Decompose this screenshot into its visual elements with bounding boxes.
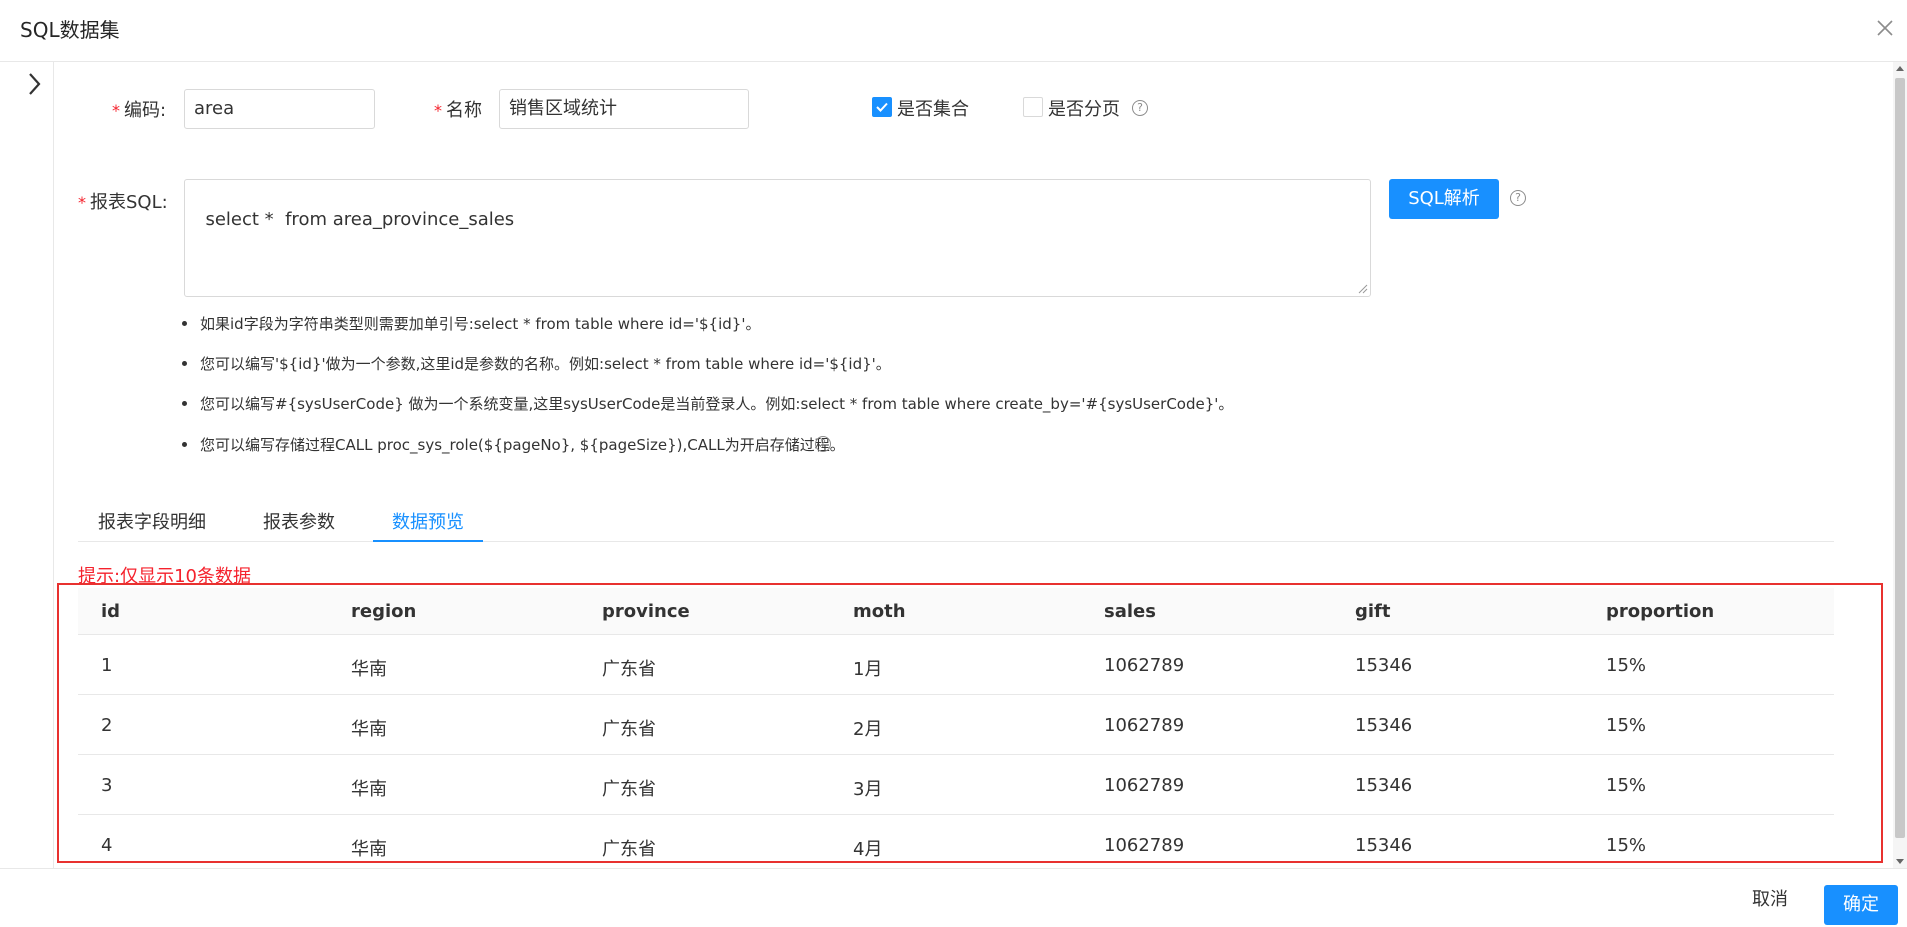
is-set-checkbox[interactable]	[872, 97, 892, 117]
is-paged-checkbox[interactable]	[1023, 97, 1043, 117]
tab-bar: 报表字段明细 报表参数 数据预览	[78, 500, 1834, 542]
table-cell: 15%	[1606, 775, 1647, 796]
table-cell: 1062789	[1104, 835, 1185, 856]
data-preview-table: id region province moth sales gift propo…	[78, 588, 1834, 862]
table-cell: 4月	[853, 839, 883, 860]
is-paged-label: 是否分页	[1048, 99, 1120, 120]
table-row[interactable]: 1 华南 广东省 1月 1062789 15346 15%	[78, 635, 1834, 695]
table-cell: 1062789	[1104, 715, 1185, 736]
sql-parse-button[interactable]: SQL解析	[1389, 179, 1499, 219]
table-row[interactable]: 2 华南 广东省 2月 1062789 15346 15%	[78, 695, 1834, 755]
table-header: id region province moth sales gift propo…	[78, 588, 1834, 635]
table-cell: 15%	[1606, 715, 1647, 736]
close-icon[interactable]	[1871, 14, 1899, 42]
table-cell: 广东省	[602, 839, 656, 860]
dialog-header: SQL数据集	[0, 0, 1907, 62]
ok-button[interactable]: 确定	[1824, 885, 1898, 925]
table-cell: 华南	[351, 659, 387, 680]
question-circle-icon[interactable]: ?	[1510, 190, 1526, 206]
column-header: region	[351, 601, 417, 622]
table-cell: 广东省	[602, 659, 656, 680]
column-header: proportion	[1606, 601, 1715, 622]
question-circle-icon[interactable]: ?	[1132, 100, 1148, 116]
dialog-footer: 取消 确定	[0, 868, 1907, 927]
scroll-thumb[interactable]	[1895, 78, 1905, 838]
table-row[interactable]: 3 华南 广东省 3月 1062789 15346 15%	[78, 755, 1834, 815]
table-cell: 1062789	[1104, 655, 1185, 676]
vertical-scrollbar[interactable]	[1893, 62, 1907, 868]
name-label: * 名称	[434, 100, 482, 121]
table-cell: 广东省	[602, 719, 656, 740]
table-cell: 2	[101, 715, 113, 736]
tab-report-params[interactable]: 报表参数	[263, 508, 335, 534]
table-cell: 3月	[853, 779, 883, 800]
sql-label: * 报表SQL:	[78, 192, 168, 213]
table-cell: 华南	[351, 719, 387, 740]
code-input[interactable]: area	[184, 89, 375, 129]
tab-data-preview[interactable]: 数据预览	[392, 508, 464, 534]
column-header: gift	[1355, 601, 1391, 622]
dialog-title: SQL数据集	[20, 18, 120, 42]
table-cell: 15346	[1355, 655, 1413, 676]
table-row[interactable]: 4 华南 广东省 4月 1062789 15346 15%	[78, 815, 1834, 862]
column-header: sales	[1104, 601, 1156, 622]
table-cell: 15%	[1606, 655, 1647, 676]
table-cell: 15346	[1355, 835, 1413, 856]
code-label: * 编码:	[112, 100, 167, 121]
cancel-button[interactable]: 取消	[1752, 885, 1788, 911]
table-cell: 1062789	[1104, 775, 1185, 796]
column-header: province	[602, 601, 690, 622]
table-cell: 2月	[853, 719, 883, 740]
table-cell: 广东省	[602, 779, 656, 800]
table-cell: 1	[101, 655, 113, 676]
table-cell: 华南	[351, 779, 387, 800]
table-cell: 1月	[853, 659, 883, 680]
chevron-right-icon[interactable]	[22, 66, 48, 102]
name-input[interactable]: 销售区域统计	[499, 89, 749, 129]
scroll-down-arrow-icon[interactable]	[1896, 859, 1904, 864]
column-header: id	[101, 601, 121, 622]
table-cell: 3	[101, 775, 113, 796]
resize-grip-icon[interactable]	[1358, 284, 1368, 294]
side-panel-toggle-strip	[0, 62, 54, 868]
required-mark: *	[78, 193, 86, 212]
sql-textarea[interactable]: select * from area_province_sales	[184, 179, 1371, 297]
is-set-label: 是否集合	[897, 99, 969, 120]
table-cell: 4	[101, 835, 113, 856]
tab-field-details[interactable]: 报表字段明细	[98, 508, 206, 534]
preview-notice: 提示:仅显示10条数据	[78, 566, 251, 587]
scroll-up-arrow-icon[interactable]	[1896, 66, 1904, 71]
table-cell: 15346	[1355, 775, 1413, 796]
question-circle-icon[interactable]: ?	[815, 436, 831, 452]
active-tab-indicator	[373, 540, 483, 542]
required-mark: *	[112, 101, 120, 120]
table-cell: 华南	[351, 839, 387, 860]
table-cell: 15%	[1606, 835, 1647, 856]
required-mark: *	[434, 101, 442, 120]
table-cell: 15346	[1355, 715, 1413, 736]
column-header: moth	[853, 601, 906, 622]
sql-text: select * from area_province_sales	[205, 209, 515, 230]
